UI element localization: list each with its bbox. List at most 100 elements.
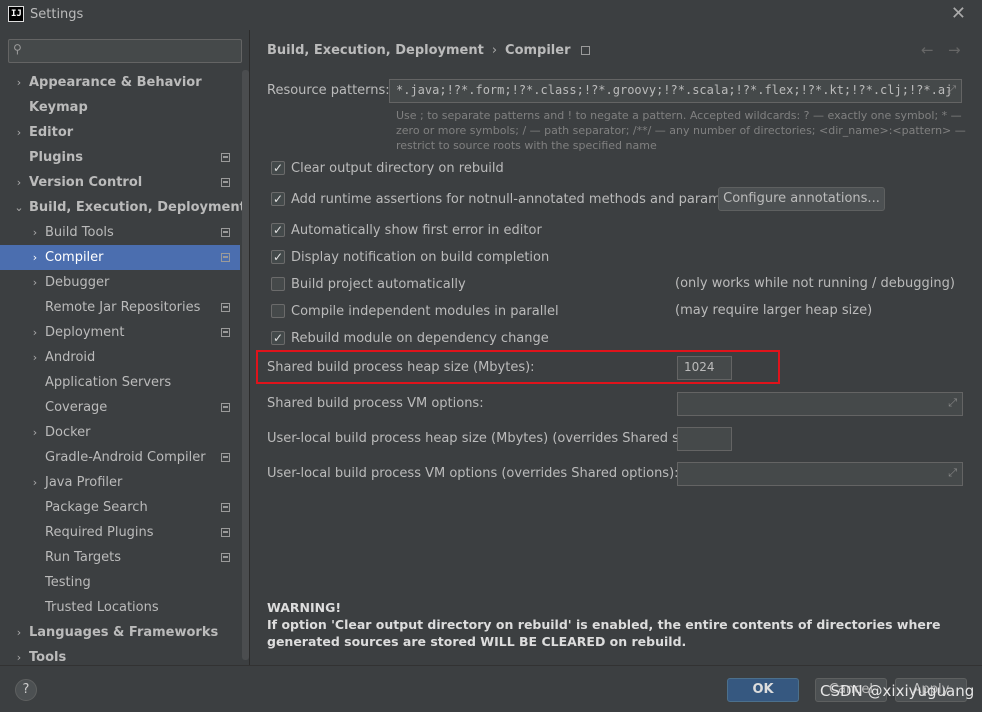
- rebuild-dependency-label: Rebuild module on dependency change: [291, 330, 549, 346]
- configure-annotations-button[interactable]: Configure annotations...: [718, 187, 885, 211]
- project-level-icon: [221, 178, 230, 187]
- resource-patterns-value: *.java;!?*.form;!?*.class;!?*.groovy;!?*…: [396, 83, 953, 97]
- chevron-right-icon[interactable]: ›: [29, 470, 41, 495]
- chevron-right-icon[interactable]: ›: [13, 620, 25, 645]
- chevron-right-icon[interactable]: ›: [29, 220, 41, 245]
- settings-search-box[interactable]: ⚲: [8, 39, 242, 63]
- sidebar-scrollbar[interactable]: [242, 70, 249, 660]
- ok-button[interactable]: OK: [727, 678, 799, 702]
- sidebar-item-label: Keymap: [29, 100, 88, 115]
- project-level-icon: [221, 453, 230, 462]
- sidebar-item-gradle-android-compiler[interactable]: Gradle-Android Compiler: [0, 445, 240, 470]
- title-bar: IJ Settings ✕: [0, 0, 982, 30]
- resource-patterns-hint: Use ; to separate patterns and ! to nega…: [396, 109, 966, 152]
- sidebar-item-application-servers[interactable]: Application Servers: [0, 370, 240, 395]
- rebuild-dependency-checkbox[interactable]: ✓: [271, 331, 285, 345]
- sidebar-item-compiler[interactable]: › Compiler: [0, 245, 240, 270]
- sidebar-item-label: Version Control: [29, 175, 143, 190]
- clear-output-label: Clear output directory on rebuild: [291, 160, 504, 176]
- compiler-settings-panel: Build, Execution, Deployment › Compiler ← …: [251, 30, 982, 665]
- back-arrow-icon[interactable]: ←: [921, 41, 934, 59]
- compile-parallel-option[interactable]: Compile independent modules in parallel: [271, 302, 559, 320]
- build-automatically-checkbox[interactable]: [271, 277, 285, 291]
- sidebar-item-build-execution-deployment[interactable]: ⌄ Build, Execution, Deployment: [0, 195, 245, 220]
- sidebar-item-remote-jar-repositories[interactable]: Remote Jar Repositories: [0, 295, 240, 320]
- sidebar-item-label: Run Targets: [45, 550, 122, 565]
- chevron-right-icon[interactable]: ›: [29, 345, 41, 370]
- display-notification-option[interactable]: ✓ Display notification on build completi…: [271, 248, 549, 266]
- expand-icon[interactable]: ⤢: [948, 396, 957, 410]
- chevron-right-icon[interactable]: ›: [29, 270, 41, 295]
- sidebar-item-run-targets[interactable]: Run Targets: [0, 545, 240, 570]
- chevron-down-icon[interactable]: ⌄: [13, 195, 25, 220]
- sidebar-item-label: Languages & Frameworks: [29, 625, 219, 640]
- sidebar-item-label: Package Search: [45, 500, 148, 515]
- show-first-error-option[interactable]: ✓ Automatically show first error in edit…: [271, 221, 542, 239]
- expand-icon[interactable]: ⤢: [947, 83, 956, 97]
- breadcrumb: Build, Execution, Deployment › Compiler: [267, 43, 590, 58]
- runtime-assertions-label: Add runtime assertions for notnull-annot…: [291, 191, 755, 207]
- chevron-right-icon[interactable]: ›: [29, 420, 41, 445]
- warning-title: WARNING!: [267, 600, 342, 615]
- settings-tree: › Appearance & Behavior Keymap › Editor Plugi…: [0, 70, 246, 670]
- chevron-right-icon[interactable]: ›: [29, 245, 41, 270]
- runtime-assertions-option[interactable]: ✓ Add runtime assertions for notnull-ann…: [271, 190, 754, 208]
- sidebar-item-editor[interactable]: › Editor: [0, 120, 240, 145]
- sidebar-item-java-profiler[interactable]: › Java Profiler: [0, 470, 240, 495]
- show-first-error-checkbox[interactable]: ✓: [271, 223, 285, 237]
- sidebar-item-required-plugins[interactable]: Required Plugins: [0, 520, 240, 545]
- project-level-icon: [221, 553, 230, 562]
- sidebar-item-appearance-behavior[interactable]: › Appearance & Behavior: [0, 70, 240, 95]
- sidebar-item-deployment[interactable]: › Deployment: [0, 320, 240, 345]
- help-icon[interactable]: ?: [15, 679, 37, 701]
- project-level-icon: [221, 253, 230, 262]
- chevron-right-icon[interactable]: ›: [13, 120, 25, 145]
- vm-options-field[interactable]: ⤢: [677, 392, 963, 416]
- sidebar-item-label: Remote Jar Repositories: [45, 300, 201, 315]
- build-automatically-note: (only works while not running / debuggin…: [675, 276, 955, 291]
- search-input[interactable]: [31, 42, 237, 60]
- expand-icon[interactable]: ⤢: [948, 466, 957, 480]
- rebuild-dependency-option[interactable]: ✓ Rebuild module on dependency change: [271, 329, 549, 347]
- sidebar-item-android[interactable]: › Android: [0, 345, 240, 370]
- build-automatically-option[interactable]: Build project automatically: [271, 275, 466, 293]
- breadcrumb-parent: Build, Execution, Deployment: [267, 43, 484, 58]
- sidebar-item-debugger[interactable]: › Debugger: [0, 270, 240, 295]
- heap-size-field[interactable]: 1024: [677, 356, 732, 380]
- chevron-right-icon[interactable]: ›: [29, 320, 41, 345]
- project-level-icon: [221, 403, 230, 412]
- forward-arrow-icon[interactable]: →: [948, 41, 961, 59]
- sidebar-item-docker[interactable]: › Docker: [0, 420, 240, 445]
- project-level-icon: [221, 303, 230, 312]
- project-level-icon: [221, 228, 230, 237]
- sidebar-item-label: Coverage: [45, 400, 108, 415]
- user-heap-field[interactable]: [677, 427, 732, 451]
- sidebar-item-trusted-locations[interactable]: Trusted Locations: [0, 595, 240, 620]
- compile-parallel-checkbox[interactable]: [271, 304, 285, 318]
- close-icon[interactable]: ✕: [951, 3, 966, 24]
- clear-output-option[interactable]: ✓ Clear output directory on rebuild: [271, 159, 504, 177]
- sidebar-item-coverage[interactable]: Coverage: [0, 395, 240, 420]
- clear-output-checkbox[interactable]: ✓: [271, 161, 285, 175]
- chevron-right-icon[interactable]: ›: [13, 70, 25, 95]
- sidebar-item-package-search[interactable]: Package Search: [0, 495, 240, 520]
- sidebar-item-languages-frameworks[interactable]: › Languages & Frameworks: [0, 620, 240, 645]
- sidebar-item-label: Debugger: [45, 275, 110, 290]
- chevron-right-icon[interactable]: ›: [13, 170, 25, 195]
- project-level-icon: [221, 153, 230, 162]
- sidebar-item-keymap[interactable]: Keymap: [0, 95, 240, 120]
- sidebar-item-label: Appearance & Behavior: [29, 75, 202, 90]
- sidebar-item-build-tools[interactable]: › Build Tools: [0, 220, 240, 245]
- sidebar-item-version-control[interactable]: › Version Control: [0, 170, 240, 195]
- display-notification-label: Display notification on build completion: [291, 249, 550, 265]
- runtime-assertions-checkbox[interactable]: ✓: [271, 192, 285, 206]
- sidebar-item-plugins[interactable]: Plugins: [0, 145, 240, 170]
- breadcrumb-current: Compiler: [505, 43, 571, 58]
- resource-patterns-field[interactable]: *.java;!?*.form;!?*.class;!?*.groovy;!?*…: [389, 79, 962, 103]
- user-vm-field[interactable]: ⤢: [677, 462, 963, 486]
- show-first-error-label: Automatically show first error in editor: [291, 222, 542, 238]
- sidebar-item-testing[interactable]: Testing: [0, 570, 240, 595]
- user-vm-label: User-local build process VM options (ove…: [267, 466, 679, 481]
- display-notification-checkbox[interactable]: ✓: [271, 250, 285, 264]
- project-level-icon: [221, 503, 230, 512]
